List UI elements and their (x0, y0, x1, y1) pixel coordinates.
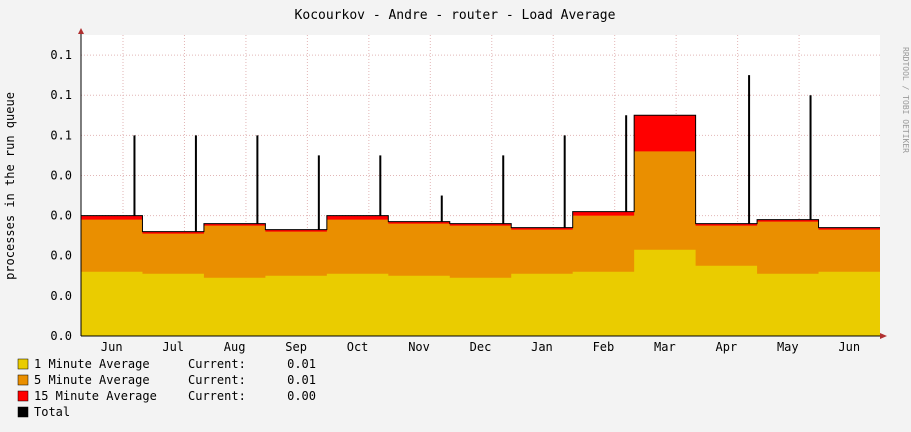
legend-series-name: Total (34, 405, 70, 419)
legend-current-value: 0.00 (287, 389, 316, 403)
x-tick-label: Oct (347, 340, 369, 354)
y-tick-label: 0.0 (50, 249, 72, 263)
y-tick-label: 0.0 (50, 329, 72, 343)
x-tick-label: Jun (101, 340, 123, 354)
legend-current-label: Current: (188, 373, 246, 387)
x-tick-label: Apr (716, 340, 738, 354)
x-tick-label: Jul (162, 340, 184, 354)
y-tick-label: 0.1 (50, 48, 72, 62)
y-tick-label: 0.0 (50, 209, 72, 223)
legend-series-name: 5 Minute Average (34, 373, 150, 387)
load-average-chart: Kocourkov - Andre - router - Load Averag… (0, 0, 911, 432)
y-axis-label: processes in the run queue (3, 92, 17, 280)
x-tick-label: Jan (531, 340, 553, 354)
legend-series-name: 15 Minute Average (34, 389, 157, 403)
y-tick-label: 0.0 (50, 168, 72, 182)
legend-current-label: Current: (188, 357, 246, 371)
x-tick-label: Dec (470, 340, 492, 354)
legend-swatch (17, 358, 29, 370)
x-tick-label: Aug (224, 340, 246, 354)
legend-current-value: 0.01 (287, 357, 316, 371)
y-tick-label: 0.1 (50, 128, 72, 142)
legend-current-value: 0.01 (287, 373, 316, 387)
x-tick-label: May (777, 340, 799, 354)
y-tick-label: 0.1 (50, 88, 72, 102)
rrdtool-watermark: RRDTOOL / TOBI OETIKER (901, 47, 910, 153)
x-tick-label: Mar (654, 340, 676, 354)
legend-series-name: 1 Minute Average (34, 357, 150, 371)
x-tick-label: Sep (285, 340, 307, 354)
chart-title: Kocourkov - Andre - router - Load Averag… (295, 8, 616, 23)
x-tick-label: Feb (593, 340, 615, 354)
legend-swatch (17, 390, 29, 402)
legend-current-label: Current: (188, 389, 246, 403)
legend-swatch (17, 374, 29, 386)
legend-swatch (17, 406, 29, 418)
x-tick-label: Jun (838, 340, 860, 354)
x-tick-label: Nov (408, 340, 430, 354)
y-tick-label: 0.0 (50, 289, 72, 303)
